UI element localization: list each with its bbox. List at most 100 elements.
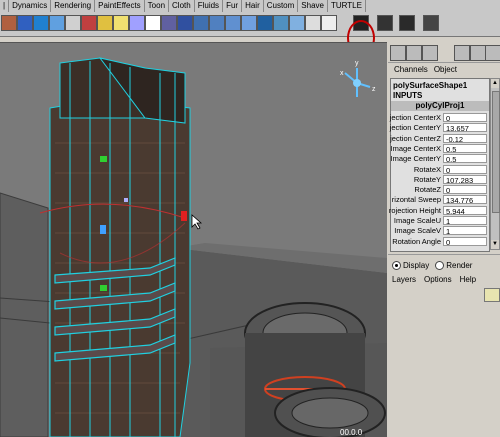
uv-planar-icon[interactable]: [273, 15, 289, 31]
attribute-row[interactable]: RotateX 0: [391, 164, 489, 175]
attribute-label[interactable]: RotateY: [414, 175, 441, 185]
shelf-tab-cloth[interactable]: Cloth: [169, 0, 195, 12]
shelf-tab-painteffects[interactable]: PaintEffects: [95, 0, 145, 12]
attribute-row[interactable]: RotateY 107.283: [391, 174, 489, 185]
menu-help[interactable]: Help: [460, 275, 476, 284]
attribute-label[interactable]: Image CenterY: [391, 154, 441, 164]
viewport-3d[interactable]: x y z 00.0.0: [0, 42, 387, 437]
layer-list-area[interactable]: [390, 286, 498, 436]
material-blinn-icon[interactable]: [177, 15, 193, 31]
attribute-row[interactable]: jection CenterZ -0.12: [390, 133, 489, 144]
attribute-label[interactable]: Image ScaleV: [394, 226, 441, 236]
attribute-row[interactable]: Image CenterX 0.5: [391, 143, 489, 154]
checker-sphere-icon[interactable]: [321, 15, 337, 31]
scroll-down-arrow-icon[interactable]: ▼: [491, 240, 499, 249]
attribute-label[interactable]: Rotation Angle: [392, 237, 441, 247]
attribute-value-field[interactable]: 0.5: [443, 154, 487, 164]
shelf-tab-custom[interactable]: Custom: [264, 0, 299, 12]
attribute-row[interactable]: jection CenterY 13.657: [390, 123, 489, 133]
attribute-label[interactable]: jection CenterX: [390, 113, 441, 123]
material-surface-icon[interactable]: [241, 15, 257, 31]
shelf-tab-shave[interactable]: Shave: [298, 0, 328, 12]
attribute-row[interactable]: rojection Height 5.944: [389, 205, 489, 216]
attribute-row[interactable]: Image ScaleU 1: [391, 216, 489, 226]
attribute-label[interactable]: RotateZ: [414, 185, 441, 195]
shelf-tab-fluids[interactable]: Fluids: [195, 0, 224, 12]
material-lambert-icon[interactable]: [193, 15, 209, 31]
attribute-value-field[interactable]: 5.944: [443, 205, 487, 216]
uv-editor-icon[interactable]: [289, 15, 305, 31]
input-node-name[interactable]: polyCylProj1: [391, 101, 489, 111]
render-icon[interactable]: [17, 15, 33, 31]
shelf-tab-rendering[interactable]: Rendering: [51, 0, 96, 12]
attribute-value-field[interactable]: 0: [443, 164, 487, 175]
attribute-label[interactable]: jection CenterZ: [390, 134, 441, 144]
display-label: Display: [403, 261, 430, 270]
attribute-label[interactable]: Image ScaleU: [394, 216, 441, 226]
shelf-tab-turtle[interactable]: TURTLE: [328, 0, 366, 12]
attribute-label[interactable]: Image CenterX: [391, 144, 441, 154]
material-phonge-icon[interactable]: [225, 15, 241, 31]
attribute-value-field[interactable]: 134.776: [443, 195, 487, 205]
attribute-row[interactable]: Image CenterY 0.5: [391, 154, 489, 164]
spot-light-icon[interactable]: [113, 15, 129, 31]
attribute-value-field[interactable]: 107.283: [443, 174, 487, 185]
shelf-tab-hair[interactable]: Hair: [242, 0, 264, 12]
point-light-icon[interactable]: [81, 15, 97, 31]
tool-settings-toggle-icon[interactable]: [422, 45, 438, 61]
panel-divider[interactable]: [388, 254, 500, 259]
snap-icon[interactable]: [454, 45, 470, 61]
attribute-row[interactable]: jection CenterX 0: [390, 113, 489, 123]
automatic-mapping-icon[interactable]: [399, 15, 415, 31]
attribute-row[interactable]: RotateZ 0: [391, 185, 489, 195]
paint-icon[interactable]: [485, 45, 500, 61]
volume-light-icon[interactable]: [161, 15, 177, 31]
scene-render: x y z 00.0.0: [0, 43, 387, 437]
attribute-value-field[interactable]: 0: [443, 236, 487, 247]
attribute-value-field[interactable]: 1: [443, 216, 487, 226]
material-phong-icon[interactable]: [209, 15, 225, 31]
radio-dot-icon: [435, 261, 445, 271]
texture-icon[interactable]: [257, 15, 273, 31]
scroll-thumb[interactable]: [492, 91, 500, 213]
spherical-mapping-icon[interactable]: [377, 15, 393, 31]
attribute-value-field[interactable]: 0.5: [443, 143, 487, 154]
shelf-tab-toon[interactable]: Toon: [145, 0, 170, 12]
checker-map-icon[interactable]: [305, 15, 321, 31]
directional-light-icon[interactable]: [97, 15, 113, 31]
attribute-value-field[interactable]: 0: [443, 113, 487, 123]
area-light-icon[interactable]: [129, 15, 145, 31]
attribute-label[interactable]: jection CenterY: [390, 123, 441, 133]
light-icon[interactable]: [1, 15, 17, 31]
wrench-icon[interactable]: [470, 45, 486, 61]
attribute-value-field[interactable]: 0: [443, 185, 487, 195]
shape-name[interactable]: polySurfaceShape1: [393, 81, 467, 90]
channel-box-toggle-icon[interactable]: [390, 45, 406, 61]
display-radio[interactable]: Display: [392, 261, 430, 271]
attribute-label[interactable]: rizontal Sweep: [392, 195, 441, 205]
shelf-tab-fur[interactable]: Fur: [223, 0, 243, 12]
attribute-row[interactable]: Image ScaleV 1: [391, 226, 489, 236]
attribute-value-field[interactable]: 13.657: [443, 123, 487, 133]
render-radio[interactable]: Render: [435, 261, 472, 271]
tab-channels[interactable]: Channels: [394, 64, 428, 76]
attribute-row[interactable]: Rotation Angle 0: [391, 236, 489, 247]
ipr-render-icon[interactable]: [33, 15, 49, 31]
attribute-value-field[interactable]: -0.12: [443, 133, 487, 144]
planar-mapping-icon[interactable]: [423, 15, 439, 31]
attribute-value-field[interactable]: 1: [443, 226, 487, 236]
new-layer-icon[interactable]: [484, 288, 500, 302]
attribute-editor-toggle-icon[interactable]: [406, 45, 422, 61]
attribute-label[interactable]: RotateX: [414, 165, 441, 175]
menu-layers[interactable]: Layers: [392, 275, 416, 284]
menu-options[interactable]: Options: [424, 275, 452, 284]
shelf-tab-dynamics[interactable]: Dynamics: [9, 0, 52, 12]
ambient-light-icon[interactable]: [145, 15, 161, 31]
tab-object[interactable]: Object: [434, 64, 457, 76]
scroll-up-arrow-icon[interactable]: ▲: [491, 79, 499, 88]
channel-box-scrollbar[interactable]: ▲ ▼: [490, 78, 500, 250]
attribute-row[interactable]: rizontal Sweep 134.776: [391, 195, 489, 205]
hypershade-icon[interactable]: [65, 15, 81, 31]
render-settings-icon[interactable]: [49, 15, 65, 31]
attribute-label[interactable]: rojection Height: [389, 206, 441, 216]
